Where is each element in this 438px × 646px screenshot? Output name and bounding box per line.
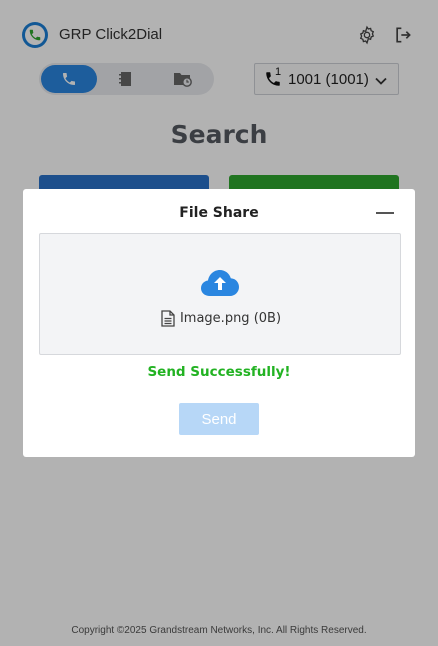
file-share-dialog: File Share Image.png (0B) Send Successfu… [23, 189, 415, 457]
file-icon [161, 310, 175, 327]
file-dropzone[interactable]: Image.png (0B) [39, 233, 401, 355]
status-message: Send Successfully! [147, 364, 291, 380]
cloud-upload-icon [200, 268, 240, 298]
file-name: Image.png (0B) [179, 311, 282, 326]
send-button[interactable]: Send [179, 403, 259, 435]
dialog-title: File Share [179, 205, 259, 221]
minimize-icon[interactable] [375, 203, 395, 223]
file-row: Image.png (0B) [40, 310, 402, 327]
